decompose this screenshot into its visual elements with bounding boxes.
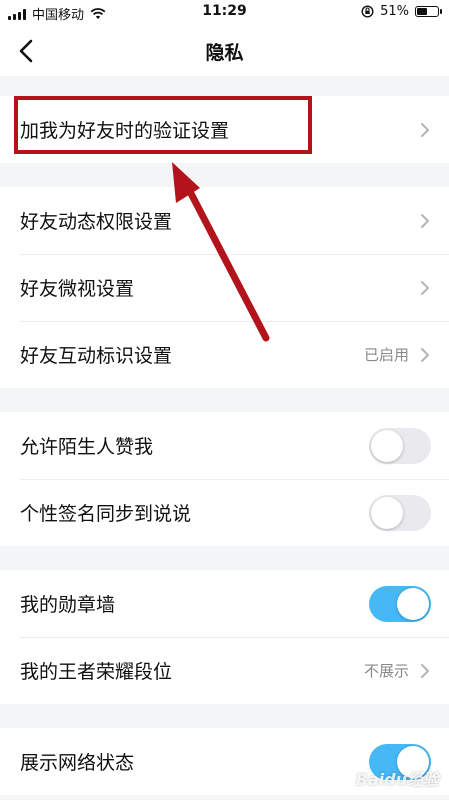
status-right: 51%	[361, 4, 442, 19]
watermark: Baidu经验	[355, 770, 439, 789]
settings-row-label: 我的王者荣耀段位	[20, 661, 173, 683]
toggle-switch[interactable]	[369, 494, 431, 531]
settings-row-value: 不展示	[363, 662, 409, 680]
settings-row[interactable]: 好友互动标识设置 已启用	[0, 321, 449, 388]
settings-group: 好友动态权限设置 好友微视设置好友互动标识设置 已启用	[0, 187, 449, 388]
settings-row[interactable]: 好友动态权限设置	[0, 187, 449, 254]
settings-row: 个性签名同步到说说	[0, 479, 449, 546]
settings-group: 加我为好友时的验证设置	[0, 96, 449, 163]
chevron-right-icon	[421, 122, 429, 137]
settings-row-label: 加我为好友时的验证设置	[20, 120, 230, 142]
section-gap	[0, 163, 449, 187]
toggle-knob	[397, 587, 429, 620]
settings-row-label: 好友互动标识设置	[20, 345, 173, 367]
page-title: 隐私	[205, 42, 244, 64]
toggle-switch[interactable]	[369, 585, 431, 622]
section-gap	[0, 76, 449, 96]
toggle-knob	[371, 429, 403, 462]
settings-row-label: 好友动态权限设置	[20, 211, 173, 233]
section-gap	[0, 546, 449, 570]
section-gap	[0, 388, 449, 412]
chevron-right-icon	[421, 280, 429, 295]
battery-icon	[415, 6, 442, 17]
settings-row[interactable]: 好友微视设置	[0, 254, 449, 321]
settings-row[interactable]: 加我为好友时的验证设置	[0, 96, 449, 163]
settings-row-label: 个性签名同步到说说	[20, 503, 192, 525]
settings-row-label: 展示网络状态	[20, 752, 135, 774]
section-gap	[0, 704, 449, 728]
nav-bar: 隐私	[0, 26, 449, 76]
settings-group: 我的勋章墙我的王者荣耀段位 不展示	[0, 570, 449, 704]
orientation-lock-icon	[361, 5, 374, 18]
settings-row-label: 我的勋章墙	[20, 594, 116, 616]
settings-group: 允许陌生人赞我个性签名同步到说说	[0, 412, 449, 546]
settings-row-label: 允许陌生人赞我	[20, 436, 154, 458]
status-bar: 中国移动 11:29 51%	[0, 0, 449, 26]
settings-row: 我的勋章墙	[0, 570, 449, 637]
settings-row[interactable]: 我的王者荣耀段位 不展示	[0, 637, 449, 704]
battery-percent: 51%	[380, 4, 409, 19]
chevron-right-icon	[421, 213, 429, 228]
chevron-right-icon	[421, 347, 429, 362]
back-button[interactable]	[12, 36, 42, 66]
settings-row-label: 好友微视设置	[20, 278, 135, 300]
settings-row: 允许陌生人赞我	[0, 412, 449, 479]
chevron-left-icon	[19, 39, 33, 63]
settings-row-value: 已启用	[363, 346, 409, 364]
chevron-right-icon	[421, 663, 429, 678]
toggle-knob	[371, 496, 403, 529]
settings-list: 加我为好友时的验证设置 好友动态权限设置 好友微视设置好友互动标识设置 已启用允许陌生…	[0, 76, 449, 795]
toggle-switch[interactable]	[369, 427, 431, 464]
